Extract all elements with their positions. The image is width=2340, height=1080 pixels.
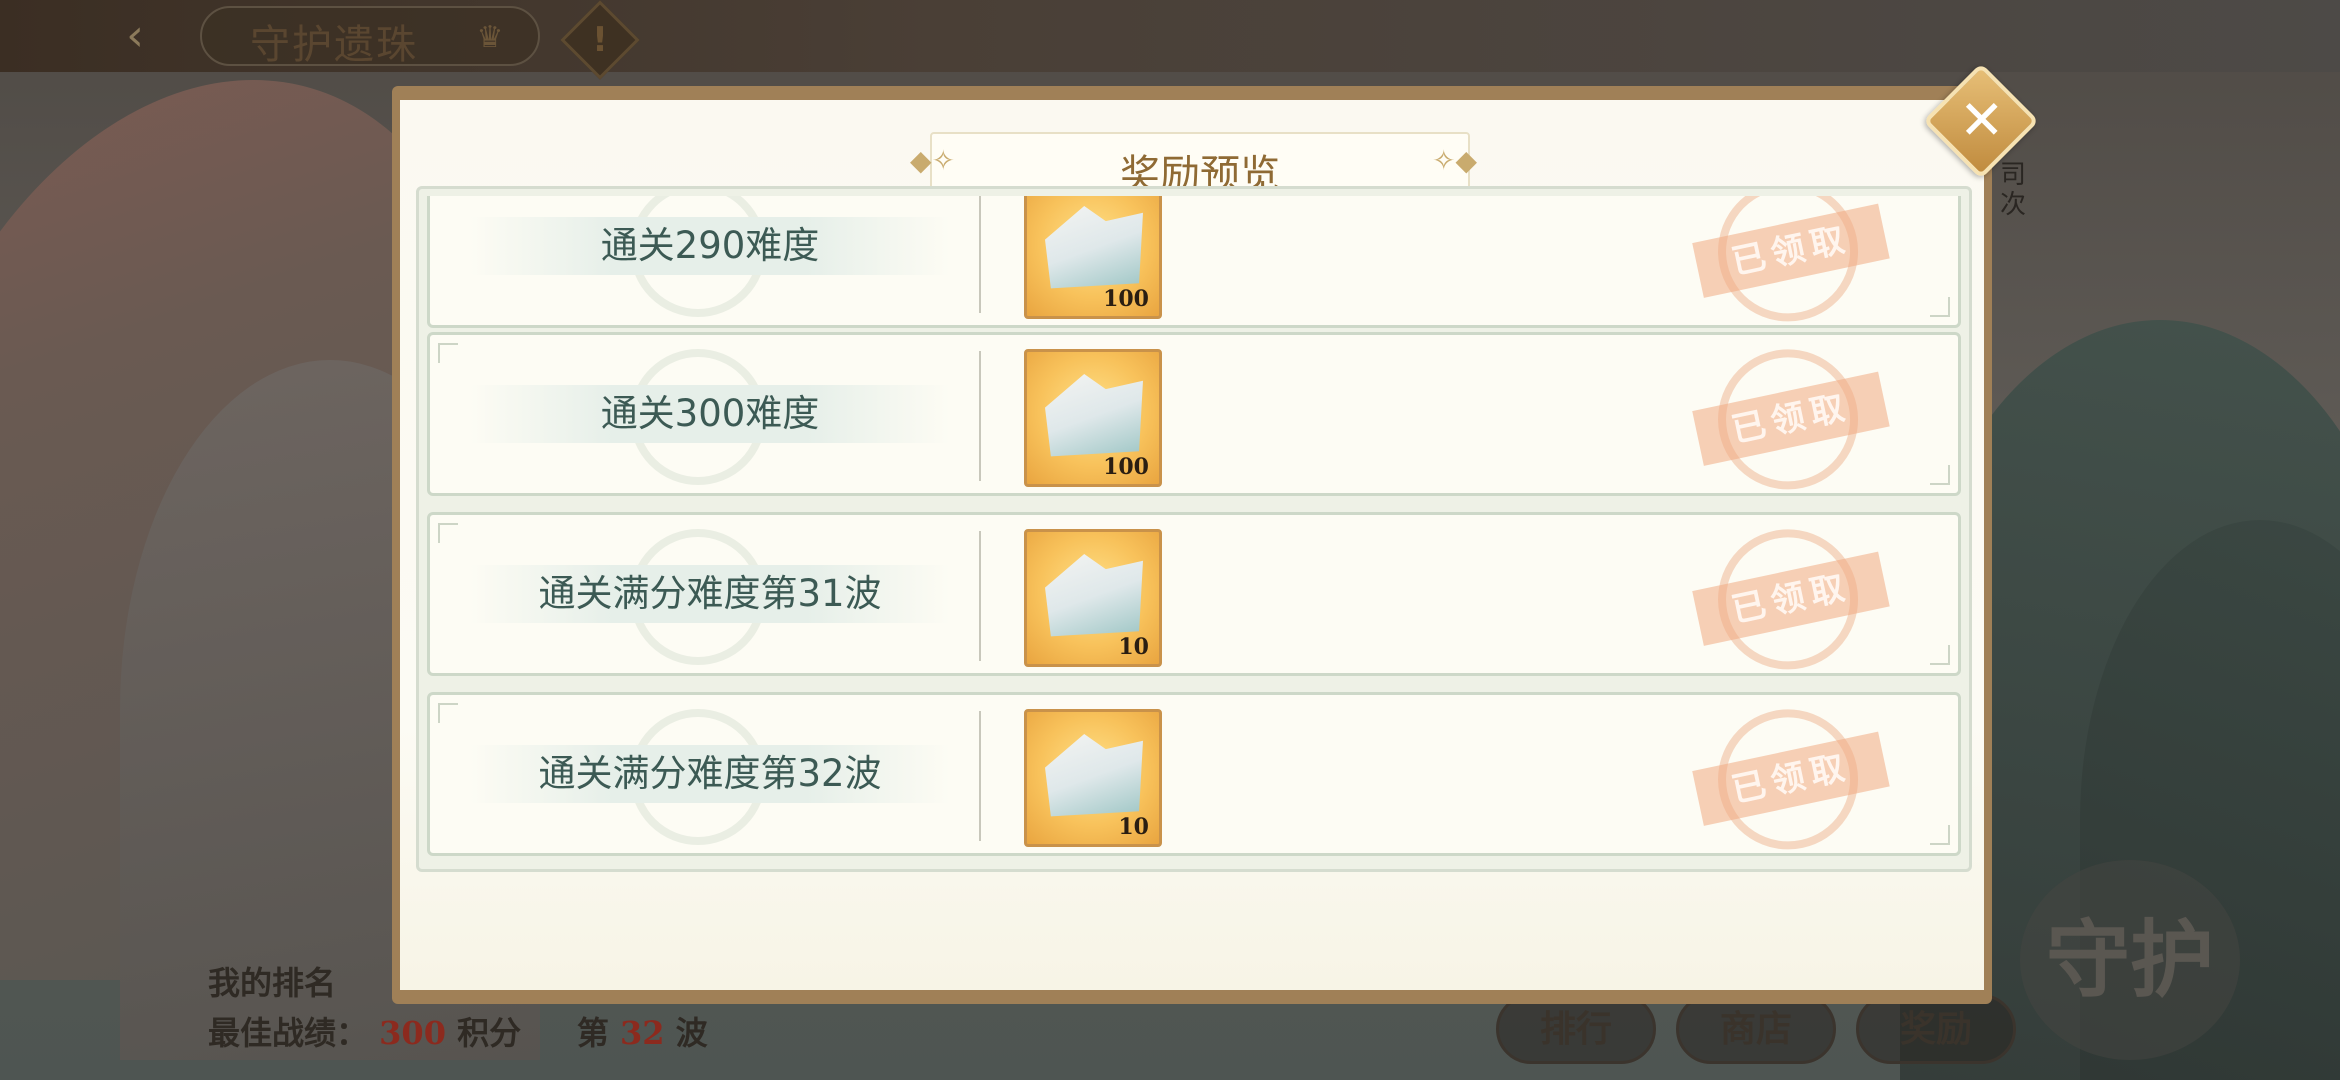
- wave-prefix: 第: [576, 1014, 609, 1052]
- side-label: 司 次: [2000, 160, 2027, 220]
- wave-suffix: 波: [675, 1014, 708, 1052]
- reward-item[interactable]: 10: [1024, 709, 1162, 847]
- wave-value: 32: [619, 1014, 665, 1052]
- claimed-stamp: 已领取: [1692, 694, 1890, 860]
- claimed-stamp: 已领取: [1692, 334, 1890, 504]
- divider: [979, 196, 981, 313]
- ornament-right-icon: ✧◆: [1432, 144, 1477, 177]
- ranking-button[interactable]: 排行: [1496, 994, 1656, 1064]
- modal-title-plate: 奖励预览: [930, 132, 1470, 198]
- reward-condition: 通关300难度: [470, 385, 950, 443]
- claimed-stamp: 已领取: [1692, 196, 1890, 336]
- back-arrow-icon[interactable]: ‹: [100, 10, 170, 62]
- rewards-button[interactable]: 奖励: [1856, 994, 2016, 1064]
- landscape-scroll-icon: [1045, 206, 1143, 289]
- reward-row: 通关满分难度第31波 10 已领取: [427, 512, 1961, 683]
- divider: [979, 351, 981, 481]
- guard-emblem[interactable]: 守护: [2020, 860, 2240, 1060]
- page-title: 守护遗珠: [250, 22, 418, 68]
- score-unit: 积分: [457, 1014, 522, 1052]
- reward-condition: 通关290难度: [470, 217, 950, 275]
- item-quantity: 10: [1118, 814, 1149, 840]
- claimed-stamp: 已领取: [1692, 514, 1890, 684]
- reward-item[interactable]: 100: [1024, 196, 1162, 319]
- top-bar: ‹ 守护遗珠 ♛ !: [0, 0, 2340, 80]
- shop-button[interactable]: 商店: [1676, 994, 1836, 1064]
- divider: [979, 711, 981, 841]
- best-score: 300: [379, 1014, 446, 1052]
- best-record: 最佳战绩： 300 积分 第 32 波: [208, 1008, 708, 1054]
- crown-icon[interactable]: ♛: [466, 20, 514, 55]
- my-rank-panel: 我的排名 最佳战绩： 300 积分 第 32 波: [208, 958, 708, 1052]
- item-quantity: 100: [1103, 286, 1149, 312]
- landscape-scroll-icon: [1045, 734, 1143, 817]
- ornament-left-icon: ◆✧: [910, 144, 955, 177]
- reward-row: 通关290难度 100 已领取: [427, 196, 1961, 335]
- reward-condition: 通关满分难度第32波: [470, 745, 950, 803]
- reward-row: 通关满分难度第32波 10 已领取: [427, 692, 1961, 860]
- reward-condition: 通关满分难度第31波: [470, 565, 950, 623]
- item-quantity: 100: [1103, 454, 1149, 480]
- landscape-scroll-icon: [1045, 554, 1143, 637]
- reward-item[interactable]: 10: [1024, 529, 1162, 667]
- divider: [979, 531, 981, 661]
- close-icon: ✕: [1959, 88, 2005, 152]
- info-button[interactable]: !: [560, 0, 640, 80]
- info-icon: !: [592, 20, 608, 60]
- reward-row: 通关300难度 100 已领取: [427, 332, 1961, 503]
- item-quantity: 10: [1118, 634, 1149, 660]
- reward-item[interactable]: 100: [1024, 349, 1162, 487]
- best-label: 最佳战绩：: [208, 1014, 369, 1052]
- my-rank-label: 我的排名: [208, 964, 337, 1002]
- landscape-scroll-icon: [1045, 374, 1143, 457]
- reward-list[interactable]: 通关290难度 100 已领取 通关300难度 100 已领取 通关满分难度第3…: [425, 196, 1963, 860]
